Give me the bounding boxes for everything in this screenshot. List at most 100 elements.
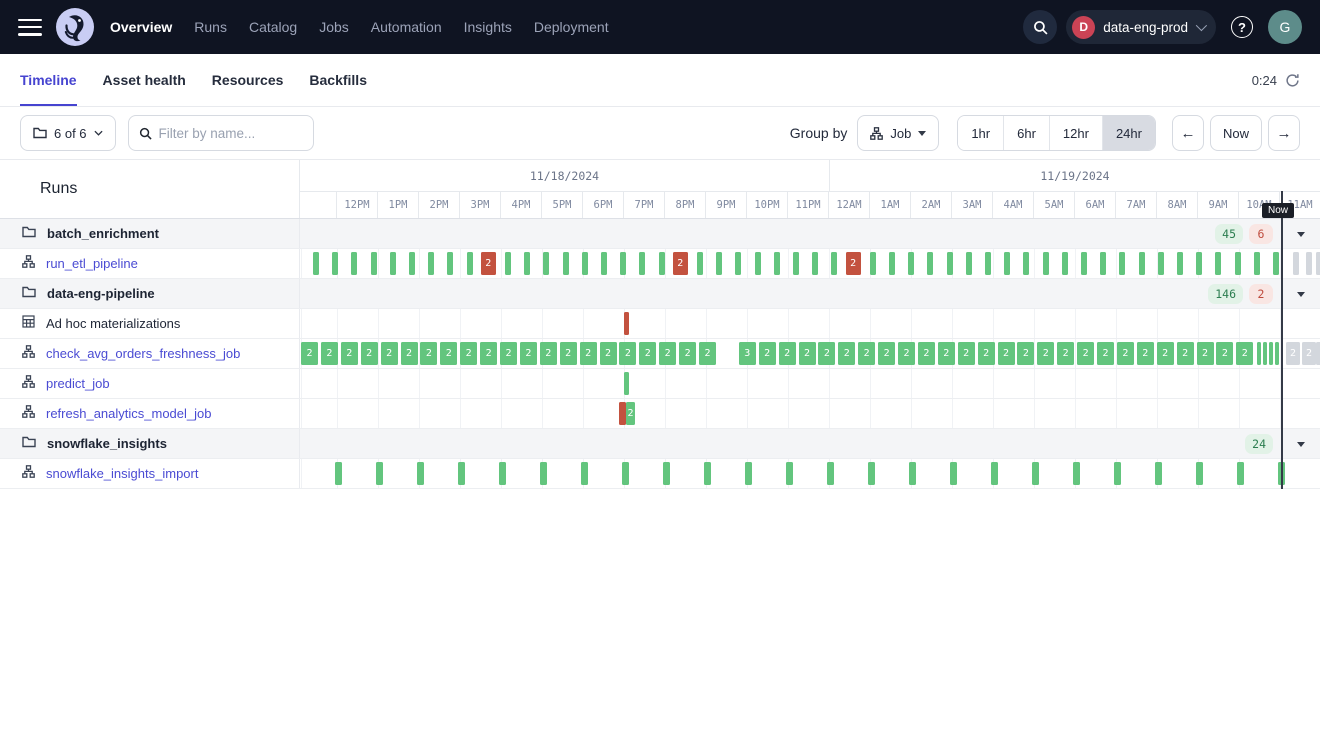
expand-caret-button[interactable] (1295, 439, 1307, 449)
run-bar[interactable] (868, 462, 875, 485)
run-bar[interactable] (371, 252, 377, 275)
run-bar[interactable]: 2 (341, 342, 358, 365)
run-bar[interactable] (409, 252, 415, 275)
run-bar[interactable] (639, 252, 645, 275)
run-bar[interactable]: 2 (1017, 342, 1034, 365)
run-bar[interactable]: 2 (659, 342, 676, 365)
run-bar[interactable] (1114, 462, 1121, 485)
run-bar[interactable]: 2 (838, 342, 855, 365)
run-bar[interactable] (755, 252, 761, 275)
run-bar[interactable]: 2 (679, 342, 696, 365)
nav-item-jobs[interactable]: Jobs (319, 19, 349, 35)
nav-item-insights[interactable]: Insights (464, 19, 512, 35)
run-bar[interactable]: 2 (1216, 342, 1233, 365)
run-bar[interactable] (1139, 252, 1145, 275)
run-bar[interactable] (827, 462, 834, 485)
help-icon[interactable]: ? (1231, 16, 1253, 38)
run-bar[interactable] (313, 252, 319, 275)
hamburger-menu-icon[interactable] (18, 19, 42, 36)
run-bar[interactable] (812, 252, 818, 275)
run-bar[interactable] (619, 402, 626, 425)
run-bar[interactable]: 2 (520, 342, 537, 365)
run-bar[interactable] (1275, 342, 1279, 365)
now-button[interactable]: Now (1210, 115, 1262, 151)
job-name-link[interactable]: snowflake_insights_import (46, 466, 198, 481)
run-bar[interactable] (458, 462, 465, 485)
refresh-icon[interactable] (1285, 73, 1300, 88)
run-bar[interactable]: 2 (699, 342, 716, 365)
run-bar[interactable]: 2 (480, 342, 497, 365)
run-bar[interactable]: 2 (1316, 342, 1320, 365)
workspace-switcher[interactable]: D data-eng-prod (1066, 10, 1216, 44)
run-bar[interactable] (1081, 252, 1087, 275)
run-bar[interactable] (1306, 252, 1312, 275)
run-bar[interactable]: 2 (1057, 342, 1074, 365)
run-bar[interactable] (1215, 252, 1221, 275)
run-bar[interactable]: 2 (846, 252, 861, 275)
range-1hr-button[interactable]: 1hr (958, 116, 1003, 150)
range-24hr-button[interactable]: 24hr (1102, 116, 1155, 150)
run-bar[interactable] (1177, 252, 1183, 275)
run-bar[interactable] (1158, 252, 1164, 275)
tab-timeline[interactable]: Timeline (20, 54, 77, 106)
run-bar[interactable] (417, 462, 424, 485)
job-name-link[interactable]: check_avg_orders_freshness_job (46, 346, 240, 361)
name-filter-input[interactable] (159, 126, 299, 141)
run-bar[interactable] (735, 252, 741, 275)
run-bar[interactable]: 2 (1302, 342, 1316, 365)
nav-item-overview[interactable]: Overview (110, 19, 172, 35)
run-bar[interactable]: 2 (978, 342, 995, 365)
run-bar[interactable] (467, 252, 473, 275)
run-bar[interactable]: 2 (858, 342, 875, 365)
run-bar[interactable]: 2 (600, 342, 617, 365)
run-bar[interactable] (1155, 462, 1162, 485)
run-bar[interactable]: 2 (1197, 342, 1214, 365)
run-bar[interactable] (659, 252, 665, 275)
run-bar[interactable] (499, 462, 506, 485)
run-bar[interactable]: 2 (361, 342, 378, 365)
run-bar[interactable]: 2 (321, 342, 338, 365)
run-bar[interactable]: 2 (381, 342, 398, 365)
run-bar[interactable]: 2 (639, 342, 656, 365)
run-bar[interactable]: 2 (1177, 342, 1194, 365)
run-bar[interactable]: 2 (401, 342, 418, 365)
expand-caret-button[interactable] (1295, 229, 1307, 239)
tab-backfills[interactable]: Backfills (309, 54, 367, 106)
run-bar[interactable] (563, 252, 569, 275)
run-bar[interactable]: 2 (1157, 342, 1174, 365)
run-bar[interactable]: 2 (878, 342, 895, 365)
user-avatar[interactable]: G (1268, 10, 1302, 44)
run-bar[interactable] (793, 252, 799, 275)
run-bar[interactable] (582, 252, 588, 275)
run-bar[interactable]: 2 (1236, 342, 1253, 365)
run-bar[interactable]: 2 (673, 252, 688, 275)
run-bar[interactable]: 2 (818, 342, 835, 365)
group-by-dropdown[interactable]: Job (857, 115, 939, 151)
run-bar[interactable] (335, 462, 342, 485)
run-bar[interactable]: 2 (619, 342, 636, 365)
run-bar[interactable] (505, 252, 511, 275)
nav-item-automation[interactable]: Automation (371, 19, 442, 35)
search-icon[interactable] (1023, 10, 1057, 44)
run-bar[interactable]: 2 (1286, 342, 1300, 365)
run-bar[interactable] (1032, 462, 1039, 485)
run-bar[interactable]: 3 (739, 342, 756, 365)
run-bar[interactable] (1196, 462, 1203, 485)
run-bar[interactable] (704, 462, 711, 485)
run-bar[interactable] (1293, 252, 1299, 275)
run-bar[interactable] (1263, 342, 1267, 365)
run-bar[interactable]: 2 (1077, 342, 1094, 365)
run-bar[interactable] (991, 462, 998, 485)
run-bar[interactable] (332, 252, 338, 275)
run-bar[interactable]: 2 (898, 342, 915, 365)
run-bar[interactable]: 2 (420, 342, 437, 365)
run-bar[interactable]: 2 (799, 342, 816, 365)
run-bar[interactable]: 2 (460, 342, 477, 365)
run-bar[interactable]: 2 (500, 342, 517, 365)
run-bar[interactable] (909, 462, 916, 485)
run-bar[interactable] (908, 252, 914, 275)
run-bar[interactable]: 2 (1037, 342, 1054, 365)
run-bar[interactable] (620, 252, 626, 275)
run-bar[interactable]: 2 (918, 342, 935, 365)
run-bar[interactable]: 2 (301, 342, 318, 365)
